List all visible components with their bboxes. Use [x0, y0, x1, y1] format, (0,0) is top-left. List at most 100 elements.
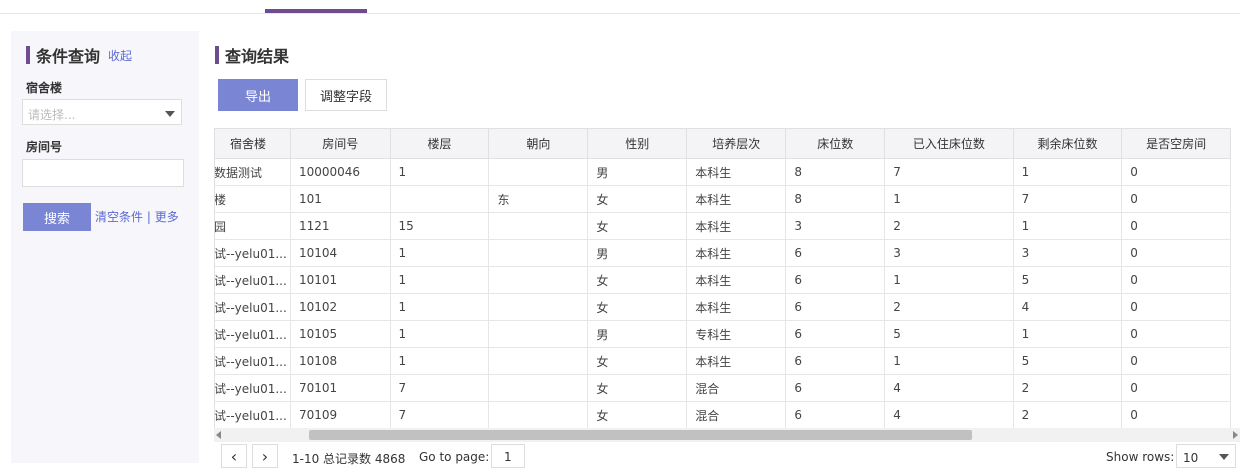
table-row[interactable]: 试--yelu01... 10105 1 男专科生 6 5 1 0: [215, 320, 1231, 348]
table-cell: 70109: [289, 401, 391, 428]
scroll-right-icon[interactable]: [1233, 431, 1238, 439]
horizontal-scrollbar[interactable]: [214, 428, 1240, 442]
table-cell: [488, 347, 589, 375]
table-cell: 1: [389, 347, 490, 375]
table-row[interactable]: 数据测试 10000046 1 男本科生 8 7 1 0: [215, 158, 1231, 186]
col-header-level[interactable]: 培养层次: [686, 128, 787, 159]
table-cell: 5: [1012, 266, 1123, 294]
table-row[interactable]: 试--yelu01... 10102 1 女本科生 6 2 4 0: [215, 293, 1231, 321]
table-row[interactable]: 试--yelu01... 10104 1 男本科生 6 3 3 0: [215, 239, 1231, 267]
table-cell: 0: [1121, 401, 1231, 428]
table-cell: [488, 293, 589, 321]
col-header-room[interactable]: 房间号: [289, 128, 391, 159]
chevron-down-icon: [1219, 454, 1229, 460]
adjust-fields-button[interactable]: 调整字段: [305, 79, 387, 111]
table-cell: 男: [587, 158, 688, 186]
table-cell: 女: [587, 185, 688, 213]
table-cell: 本科生: [686, 266, 787, 294]
active-tab-indicator: [265, 9, 367, 13]
col-header-dorm[interactable]: 宿舍楼: [215, 128, 291, 159]
table-cell: 园: [215, 212, 291, 240]
dorm-select[interactable]: 请选择...: [22, 99, 182, 125]
table-row[interactable]: 试--yelu01... 70101 7 女混合 6 4 2 0: [215, 374, 1231, 402]
table-cell: 女: [587, 401, 688, 428]
record-count: 1-10 总记录数 4868: [292, 452, 406, 466]
table-cell: 10108: [289, 347, 391, 375]
clear-conditions-link[interactable]: 清空条件: [95, 210, 143, 224]
top-tab-bar: [0, 0, 1240, 14]
pagination-bar: ‹ › 1-10 总记录数 4868 Go to page: 1 Show ro…: [214, 442, 1240, 468]
export-button[interactable]: 导出: [218, 79, 298, 111]
table-cell: 8: [785, 158, 886, 186]
col-header-beds[interactable]: 床位数: [785, 128, 886, 159]
table-cell: 0: [1121, 239, 1231, 267]
prev-page-button[interactable]: ‹: [221, 444, 247, 468]
table-cell: 8: [785, 185, 886, 213]
table-cell: [488, 401, 589, 428]
page-input[interactable]: 1: [491, 444, 525, 468]
col-header-gender[interactable]: 性别: [587, 128, 688, 159]
table-cell: 0: [1121, 185, 1231, 213]
room-input[interactable]: [22, 159, 184, 187]
table-cell: 混合: [686, 374, 787, 402]
next-page-button[interactable]: ›: [252, 444, 278, 468]
table-cell: 7: [389, 401, 490, 428]
filter-title: 条件查询: [36, 47, 101, 66]
scrollbar-thumb[interactable]: [309, 430, 972, 440]
filter-links: 清空条件 | 更多: [95, 208, 179, 225]
table-cell: 0: [1121, 347, 1231, 375]
table-cell: 试--yelu01...: [215, 293, 291, 321]
table-cell: 6: [785, 347, 886, 375]
table-cell: 女: [587, 293, 688, 321]
table-cell: 6: [785, 401, 886, 428]
table-cell: 3: [884, 239, 1014, 267]
table-cell: 男: [587, 239, 688, 267]
table-cell: 1: [1012, 320, 1123, 348]
col-header-occupied[interactable]: 已入住床位数: [884, 128, 1014, 159]
chevron-down-icon: [165, 111, 175, 117]
table-cell: 10104: [289, 239, 391, 267]
table-cell: 3: [785, 212, 886, 240]
table-cell: 10105: [289, 320, 391, 348]
table-cell: 4: [1012, 293, 1123, 321]
table-cell: 6: [785, 320, 886, 348]
table-cell: 5: [1012, 347, 1123, 375]
table-cell: 7: [1012, 185, 1123, 213]
table-row[interactable]: 试--yelu01... 70109 7 女混合 6 4 2 0: [215, 401, 1231, 428]
search-button[interactable]: 搜索: [23, 203, 91, 231]
table-row[interactable]: 园 1121 15 女本科生 3 2 1 0: [215, 212, 1231, 240]
table-cell: 1: [1012, 158, 1123, 186]
collapse-link[interactable]: 收起: [108, 47, 132, 64]
table-cell: 0: [1121, 158, 1231, 186]
table-cell: 1: [389, 158, 490, 186]
col-header-floor[interactable]: 楼层: [389, 128, 490, 159]
scroll-left-icon[interactable]: [216, 431, 221, 439]
table-cell: 1: [389, 266, 490, 294]
col-header-empty[interactable]: 是否空房间: [1121, 128, 1231, 159]
table-cell: 1: [884, 266, 1014, 294]
dorm-label: 宿舍楼: [26, 81, 63, 95]
table-cell: 女: [587, 266, 688, 294]
col-header-orientation[interactable]: 朝向: [488, 128, 589, 159]
table-cell: 女: [587, 212, 688, 240]
table-cell: [488, 266, 589, 294]
table-cell: 数据测试: [215, 158, 291, 186]
rows-select[interactable]: 10: [1176, 444, 1236, 468]
goto-label: Go to page:: [419, 450, 490, 464]
link-separator: |: [146, 210, 151, 224]
table-row[interactable]: 试--yelu01... 10108 1 女本科生 6 1 5 0: [215, 347, 1231, 375]
table-cell: 本科生: [686, 293, 787, 321]
table-row[interactable]: 试--yelu01... 10101 1 女本科生 6 1 5 0: [215, 266, 1231, 294]
col-header-remaining[interactable]: 剩余床位数: [1012, 128, 1123, 159]
table-cell: 0: [1121, 374, 1231, 402]
results-table: 宿舍楼 房间号 楼层 朝向 性别 培养层次 床位数 已入住床位数 剩余床位数 是…: [215, 128, 1231, 428]
table-cell: 7: [389, 374, 490, 402]
table-cell: 10102: [289, 293, 391, 321]
table-cell: 1: [389, 320, 490, 348]
table-row[interactable]: 楼 101 东女本科生 8 1 7 0: [215, 185, 1231, 213]
table-cell: 6: [785, 239, 886, 267]
table-cell: [488, 158, 589, 186]
more-link[interactable]: 更多: [155, 210, 179, 224]
table-cell: 试--yelu01...: [215, 320, 291, 348]
table-cell: 本科生: [686, 212, 787, 240]
